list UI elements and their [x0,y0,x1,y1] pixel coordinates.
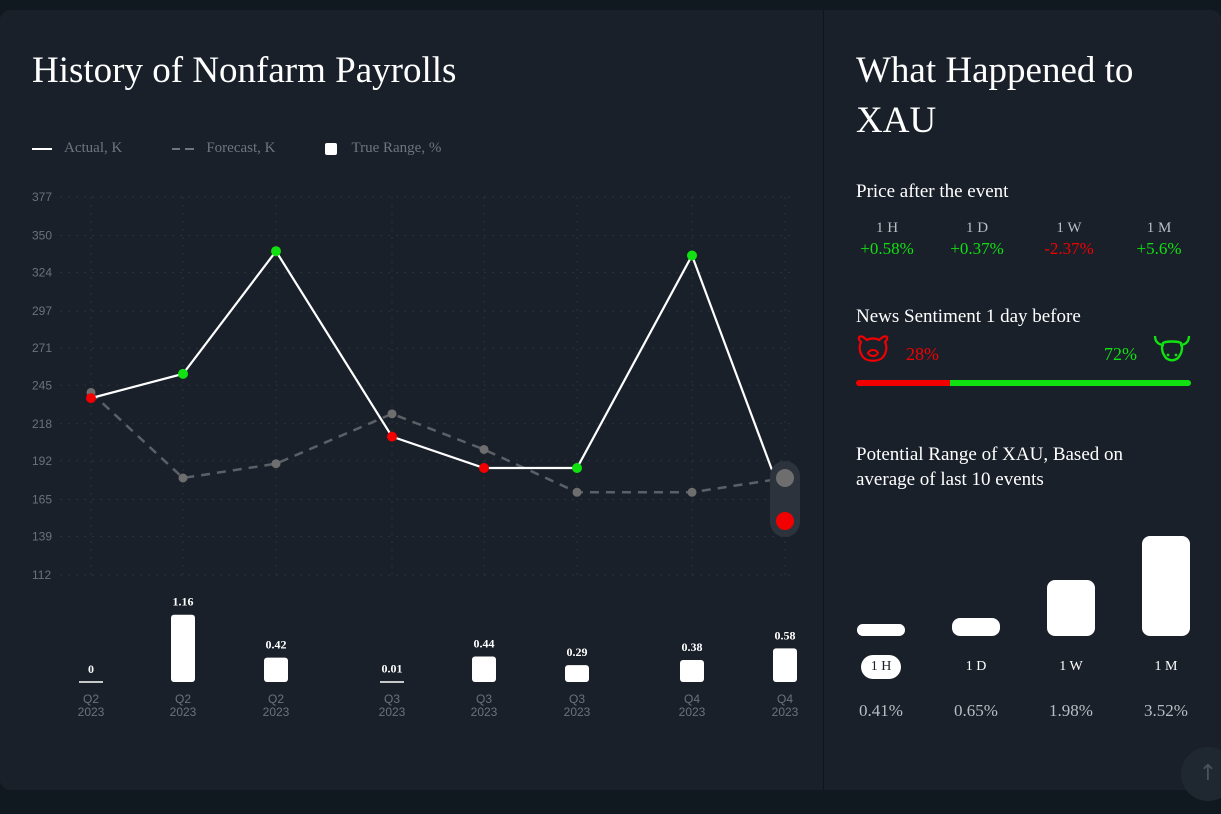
pending-forecast-marker [776,469,794,488]
price-after-value: +0.58% [860,239,914,258]
potential-range-label-line2: average of last 10 events [856,469,1044,490]
range-bar-label: 0.44 [474,636,495,650]
x-tick-quarter: Q3 [569,692,585,706]
x-tick-quarter: Q4 [777,692,793,706]
potential-range-bar [952,617,1000,636]
x-tick-year: 2023 [772,705,799,719]
y-tick-label: 165 [32,492,52,506]
range-bar-label: 0.01 [382,661,403,675]
y-tick-label: 350 [32,229,52,243]
range-bar [472,656,496,682]
range-bar-label: 0.29 [567,645,588,659]
x-tick-year: 2023 [379,705,406,719]
actual-series-line [90,249,777,479]
range-period-tab[interactable]: 1 W [1051,655,1091,679]
price-after-item: 1 D +0.37% [942,220,1012,259]
xau-title-line2: XAU [856,100,937,141]
actual-point [178,368,188,379]
range-period-tab[interactable]: 1 D [956,655,996,679]
range-bar [680,659,704,682]
x-tick-quarter: Q3 [384,692,400,706]
forecast-point [387,409,397,419]
range-period-value: 0.41% [859,701,903,720]
price-after-item: 1 H +0.58% [852,220,922,259]
actual-point [86,393,96,404]
y-tick-label: 192 [32,454,52,468]
price-after-label: Price after the event [856,181,1009,202]
forecast-point [178,473,188,483]
potential-range-bar [1142,536,1190,636]
price-after-value: +5.6% [1136,239,1182,258]
actual-point [271,246,281,257]
range-bar-label: 0.58 [775,628,796,642]
x-tick-year: 2023 [679,705,706,719]
range-period-value: 1.98% [1049,701,1093,720]
price-after-item: 1 M +5.6% [1124,220,1194,259]
bull-percent: 72% [1104,344,1137,364]
y-tick-label: 245 [32,378,52,392]
x-tick-year: 2023 [263,705,290,719]
actual-point [572,463,582,474]
y-tick-label: 112 [32,568,51,582]
y-tick-label: 377 [32,190,52,204]
arrow-up-icon: ↑ [1198,761,1218,786]
price-after-period: 1 H [875,220,899,236]
range-bar [773,648,797,682]
range-period-value: 0.65% [954,701,998,720]
bear-icon [857,335,889,362]
forecast-point [479,444,489,454]
scroll-to-top-button[interactable]: ↑ [1181,747,1221,801]
x-tick-year: 2023 [564,705,591,719]
x-tick-year: 2023 [170,705,197,719]
range-bar-label: 0 [88,662,94,676]
forecast-series-line [90,391,786,494]
bear-fill [856,380,950,386]
x-tick-year: 2023 [471,705,498,719]
x-tick-quarter: Q4 [684,692,700,706]
x-tick-quarter: Q2 [175,692,191,706]
y-tick-label: 139 [32,529,52,543]
range-period-value: 3.52% [1144,701,1188,720]
range-period-tab[interactable]: 1 M [1146,655,1186,679]
actual-point [479,463,489,474]
range-bar-label: 0.42 [266,638,287,652]
y-tick-label: 271 [32,341,52,355]
potential-range-bar [857,624,905,636]
bear-percent: 28% [906,344,939,364]
xau-title-line1: What Happened to [856,50,1134,91]
potential-range-label-line1: Potential Range of XAU, Based on [856,444,1124,465]
bull-fill [949,380,1191,386]
price-after-period: 1 D [965,220,989,236]
payrolls-chart: 3773503242972712452181921651391120Q22023… [32,190,800,719]
price-after-item: 1 W -2.37% [1034,220,1104,259]
range-bar [171,614,195,682]
x-tick-quarter: Q2 [83,692,99,706]
potential-range-bar [1047,579,1095,636]
range-bar [565,665,589,682]
forecast-point [572,487,582,497]
panel-divider [823,10,824,790]
x-tick-year: 2023 [78,705,105,719]
actual-point [387,431,397,442]
range-bar-label: 1.16 [173,595,194,609]
range-period-tab[interactable]: 1 H [861,655,901,679]
forecast-point [687,487,697,497]
price-after-value: +0.37% [950,239,1004,258]
bull-icon [1153,335,1191,362]
range-bar-label: 0.38 [682,640,703,654]
y-tick-label: 297 [32,304,52,318]
pending-actual-marker [776,512,794,531]
price-after-period: 1 M [1146,220,1172,236]
x-tick-quarter: Q3 [476,692,492,706]
forecast-point [271,459,281,469]
sentiment-bar [856,380,1191,386]
price-after-value: -2.37% [1044,239,1094,258]
y-tick-label: 218 [32,417,52,431]
y-tick-label: 324 [32,266,52,280]
range-bar [264,657,288,682]
sentiment-label: News Sentiment 1 day before [856,306,1081,327]
actual-point [687,250,697,261]
price-after-period: 1 W [1056,220,1082,236]
x-tick-quarter: Q2 [268,692,284,706]
